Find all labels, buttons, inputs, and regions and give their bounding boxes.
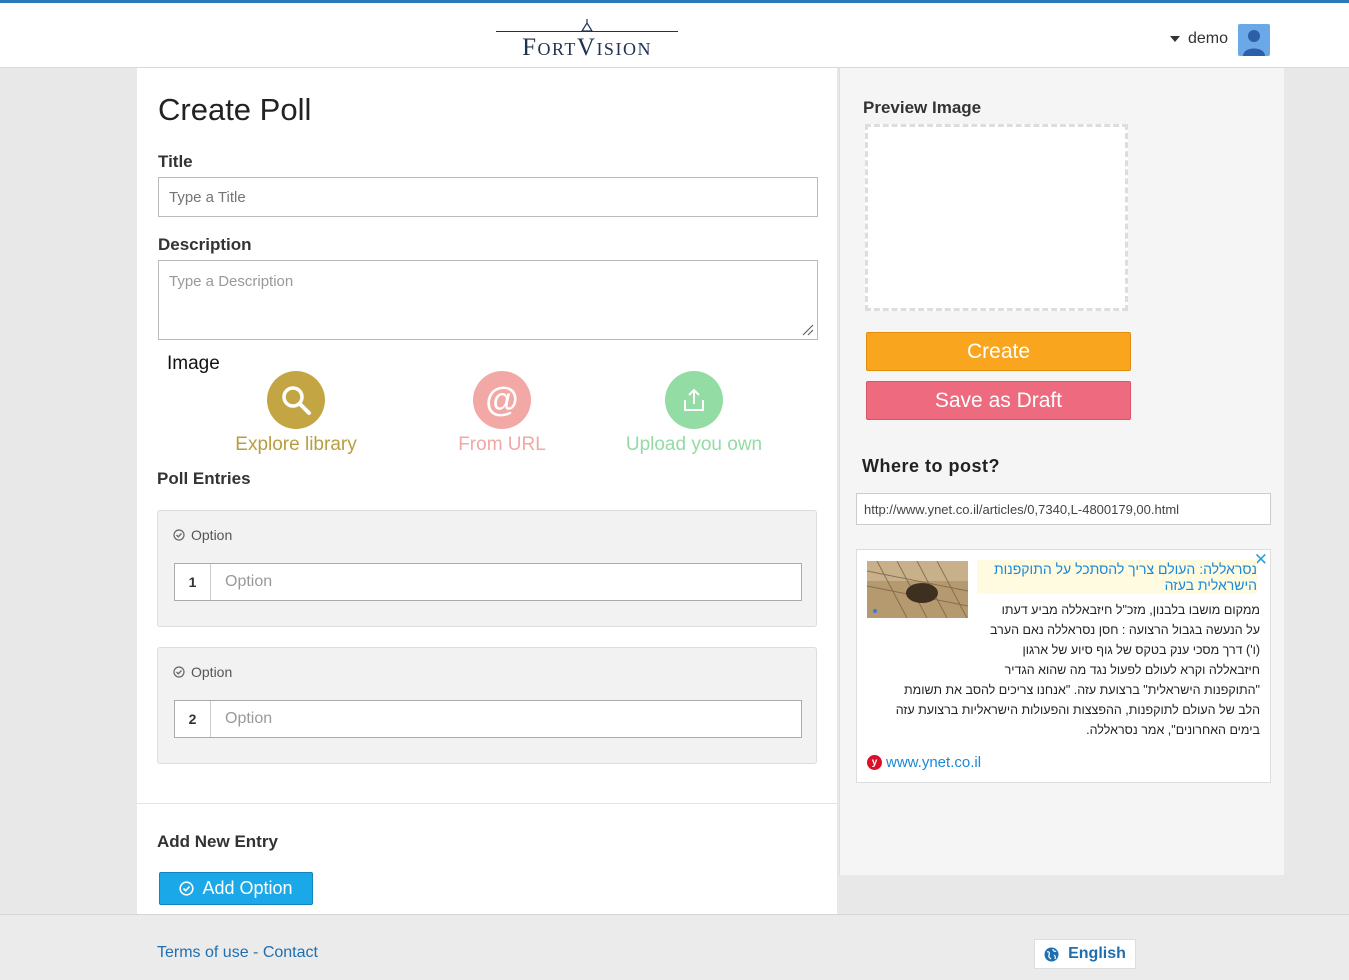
user-name: demo [1187, 30, 1228, 47]
where-to-post-label: Where to post? [862, 456, 1000, 476]
add-new-entry-label: Add New Entry [157, 832, 278, 851]
article-line: הלב של העולם לתוקפנות, ההפצצות והפעולות … [895, 703, 1260, 717]
top-bar: FortVision demo [0, 0, 1349, 68]
footer: Terms of use - Contact English [0, 914, 1349, 980]
user-avatar-icon[interactable] [1238, 24, 1270, 56]
article-source-text: www.ynet.co.il [886, 754, 982, 771]
option-number: 1 [175, 564, 211, 600]
terms-of-use-link[interactable]: Terms of use [157, 944, 249, 961]
at-icon: @ [473, 371, 531, 429]
preview-image-placeholder [865, 124, 1128, 311]
footer-links: Terms of use - Contact [157, 944, 318, 962]
save-draft-button[interactable]: Save as Draft [866, 381, 1131, 420]
article-title[interactable]: נסראללה: העולם צריך להסתכל על התוקפנות ה… [977, 560, 1257, 594]
section-divider [137, 803, 837, 804]
language-selector[interactable]: English [1034, 939, 1136, 969]
title-input[interactable] [158, 177, 818, 217]
ynet-logo-icon: y [867, 755, 882, 770]
upload-own-button[interactable]: Upload you own [621, 371, 767, 456]
poll-form-panel: Create Poll Title Description Type a Des… [137, 68, 837, 939]
description-textarea[interactable]: Type a Description [158, 260, 818, 340]
explore-library-button[interactable]: Explore library [233, 371, 359, 456]
description-label: Description [158, 235, 252, 254]
entry-heading-text: Option [191, 527, 233, 543]
option-input[interactable]: Option [211, 564, 801, 600]
entry-heading-text: Option [191, 664, 233, 680]
article-line: ממקום מושבו בלבנון, מזכ"ל חיזבאללה מביע … [1001, 603, 1260, 617]
logo-text: FortVision [522, 34, 652, 61]
entry-heading: Option [173, 527, 232, 543]
article-body: ממקום מושבו בלבנון, מזכ"ל חיזבאללה מביע … [867, 600, 1260, 740]
poll-entries-label: Poll Entries [157, 469, 251, 488]
page-gutter [0, 68, 137, 914]
check-circle-icon [179, 881, 195, 896]
article-line: על הנעשה בגבול הרצועה : חסן נסראללה נאם … [990, 623, 1260, 637]
logo-rule [496, 31, 678, 32]
resize-handle-icon[interactable] [802, 324, 814, 336]
option-field-2[interactable]: 2 Option [174, 700, 802, 738]
language-label: English [1068, 945, 1126, 962]
search-icon [267, 371, 325, 429]
user-menu[interactable]: demo [1169, 23, 1228, 55]
footer-separator: - [248, 944, 263, 961]
globe-icon [1044, 947, 1059, 961]
from-url-button[interactable]: @ From URL [442, 371, 562, 456]
preview-image-label: Preview Image [863, 98, 982, 117]
poll-entry-card: Option 2 Option [157, 647, 817, 764]
chevron-down-icon [1169, 36, 1180, 42]
page-title: Create Poll [158, 92, 312, 127]
article-line: "התוקפנות הישראלית" ברצועת עזה. "אנחנו צ… [904, 683, 1260, 697]
upload-own-label: Upload you own [625, 434, 763, 455]
option-input[interactable]: Option [211, 701, 801, 737]
option-number: 2 [175, 701, 211, 737]
check-circle-icon [173, 529, 185, 541]
fortvision-logo[interactable]: FortVision [496, 17, 678, 61]
explore-library-label: Explore library [235, 434, 357, 455]
title-label: Title [158, 152, 193, 171]
description-placeholder: Type a Description [169, 273, 294, 290]
contact-link[interactable]: Contact [263, 944, 318, 961]
create-button[interactable]: Create [866, 332, 1131, 371]
option-field-1[interactable]: 1 Option [174, 563, 802, 601]
from-url-label: From URL [458, 434, 546, 455]
add-option-button[interactable]: Add Option [159, 872, 313, 905]
check-circle-icon [173, 666, 185, 678]
post-url-input[interactable]: http://www.ynet.co.il/articles/0,7340,L-… [856, 493, 1271, 525]
article-line: חיזבאללה וקרא לעולם לפעול נגד מה שהוא הג… [1004, 663, 1260, 677]
image-label: Image [167, 353, 220, 374]
upload-icon [665, 371, 723, 429]
entry-heading: Option [173, 664, 232, 680]
article-preview-card: ✕ נסראללה: העולם צריך להסתכל על התוקפנות… [856, 549, 1271, 783]
poll-entry-card: Option 1 Option [157, 510, 817, 627]
article-line: בימים האחרונים", אמר נסראללה. [1086, 723, 1260, 737]
add-option-label: Add Option [202, 878, 293, 898]
article-line: (ו') דרך מסכי ענק בטקס של גוף סיוע של אר… [1022, 643, 1260, 657]
article-source-link[interactable]: y www.ynet.co.il [867, 754, 981, 771]
preview-panel: Preview Image Create Save as Draft Where… [839, 68, 1284, 875]
